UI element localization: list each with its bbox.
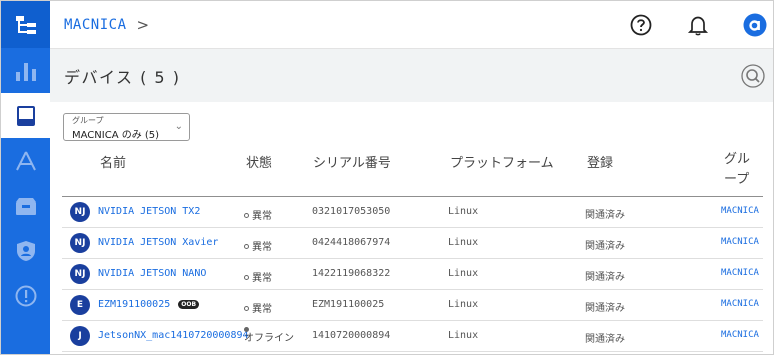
column-header-name[interactable]: 名前: [100, 152, 126, 171]
avatar: NJ: [70, 202, 90, 222]
status-dot-icon: [244, 275, 249, 280]
column-header-group-line2: ープ: [724, 172, 750, 187]
device-name: JetsonNX_mac1410720000894: [98, 330, 249, 341]
status-dot-icon: [244, 213, 249, 218]
page-title: デバイス ( 5 ): [64, 67, 181, 87]
status-dot-icon: [244, 306, 249, 311]
column-header-group[interactable]: グル ープ: [724, 150, 750, 190]
group-select-label: グループ: [72, 116, 104, 125]
avatar: J: [70, 326, 90, 346]
platform-cell: Linux: [448, 299, 479, 310]
platform-cell: Linux: [448, 330, 479, 341]
chevron-right-icon[interactable]: >: [137, 16, 150, 34]
avatar: E: [70, 295, 90, 315]
org-name-link[interactable]: MACNICA: [64, 17, 127, 33]
table-row[interactable]: J JetsonNX_mac1410720000894 オフライン 141072…: [62, 321, 763, 352]
rail-item-deploy[interactable]: [1, 138, 50, 183]
status-cell: 異常: [244, 300, 272, 315]
device-name-link[interactable]: JetsonNX_mac1410720000894: [98, 330, 249, 341]
device-name: NVIDIA JETSON NANO: [98, 268, 207, 279]
account-icon: [743, 13, 767, 36]
registration-cell: 関通済み: [585, 303, 625, 314]
top-header: MACNICA >: [50, 1, 773, 49]
device-name-link[interactable]: NVIDIA JETSON Xavier: [98, 237, 218, 248]
hierarchy-icon: [15, 15, 36, 34]
serial-cell: 1410720000894: [312, 330, 391, 341]
rail-home-button[interactable]: [1, 1, 50, 48]
device-name-link[interactable]: NVIDIA JETSON NANO: [98, 268, 206, 279]
status-text: 異常: [252, 242, 272, 253]
chevron-down-icon: ⌄: [174, 121, 183, 132]
bell-icon: [687, 16, 709, 35]
oob-badge: OOB: [178, 300, 200, 309]
table-row[interactable]: E EZM191100025 OOB 異常 EZM191100025 Linux …: [62, 290, 763, 321]
platform-cell: Linux: [448, 206, 479, 217]
group-select[interactable]: グループ MACNICA のみ (5) ⌄: [63, 113, 190, 141]
group-link[interactable]: MACNICA: [721, 299, 759, 309]
column-header-registration[interactable]: 登録: [587, 152, 613, 171]
search-button[interactable]: [741, 63, 765, 88]
status-text: 異常: [252, 304, 272, 315]
help-icon: [630, 14, 652, 35]
rail-item-alerts[interactable]: [1, 273, 50, 318]
group-link[interactable]: MACNICA: [721, 330, 759, 340]
avatar: NJ: [70, 264, 90, 284]
table-row[interactable]: NJ NVIDIA JETSON NANO 異常 1422119068322 L…: [62, 259, 763, 290]
column-header-serial[interactable]: シリアル番号: [313, 152, 391, 171]
alert-icon: [15, 285, 36, 306]
group-link[interactable]: MACNICA: [721, 268, 759, 278]
rail-item-dashboard[interactable]: [1, 48, 50, 93]
serial-cell: 1422119068322: [312, 268, 391, 279]
rail-item-devices[interactable]: [1, 93, 50, 138]
help-button[interactable]: [629, 13, 653, 37]
device-name: NVIDIA JETSON TX2: [98, 206, 201, 217]
serial-cell: EZM191100025: [312, 299, 385, 310]
group-link[interactable]: MACNICA: [721, 206, 759, 216]
status-cell: 異常: [244, 269, 272, 284]
registration-cell: 関通済み: [585, 272, 625, 283]
inbox-icon: [15, 197, 36, 215]
platform-cell: Linux: [448, 268, 479, 279]
registration-cell: 関通済み: [585, 241, 625, 252]
status-text: 異常: [252, 273, 272, 284]
status-text: 異常: [252, 211, 272, 222]
device-name-link[interactable]: EZM191100025 OOB: [98, 299, 200, 310]
rail-item-inbox[interactable]: [1, 183, 50, 228]
status-cell: 異常: [244, 238, 272, 253]
registration-cell: 関通済み: [585, 334, 625, 345]
device-list: グループ MACNICA のみ (5) ⌄ 名前 状態 シリアル番号 プラットフ…: [50, 102, 773, 354]
platform-cell: Linux: [448, 237, 479, 248]
group-select-value: MACNICA のみ (5): [72, 130, 160, 141]
account-button[interactable]: [743, 13, 767, 37]
device-icon: [16, 105, 35, 126]
serial-cell: 0321017053050: [312, 206, 391, 217]
table-row[interactable]: NJ NVIDIA JETSON Xavier 異常 0424418067974…: [62, 228, 763, 259]
rail-item-security[interactable]: [1, 228, 50, 273]
avatar: NJ: [70, 233, 90, 253]
column-header-platform[interactable]: プラットフォーム: [450, 152, 554, 171]
bar-chart-icon: [15, 62, 36, 81]
search-icon: [741, 63, 765, 88]
column-header-group-line1: グル: [724, 152, 751, 167]
table-row[interactable]: NJ NVIDIA JETSON TX2 異常 0321017053050 Li…: [62, 197, 763, 228]
page-title-bar: デバイス ( 5 ): [50, 49, 773, 102]
status-dot-icon: [244, 327, 249, 332]
nav-rail: [1, 1, 50, 354]
column-header-status[interactable]: 状態: [246, 152, 272, 171]
shield-user-icon: [16, 240, 35, 261]
group-link[interactable]: MACNICA: [721, 237, 759, 247]
registration-cell: 関通済み: [585, 210, 625, 221]
status-dot-icon: [244, 244, 249, 249]
serial-cell: 0424418067974: [312, 237, 391, 248]
device-name-link[interactable]: NVIDIA JETSON TX2: [98, 206, 200, 217]
deploy-icon: [15, 151, 36, 170]
notifications-button[interactable]: [686, 13, 710, 37]
device-name: NVIDIA JETSON Xavier: [98, 237, 219, 248]
header-actions: [596, 13, 767, 37]
status-cell: オフライン: [244, 327, 294, 346]
device-name: EZM191100025: [98, 299, 171, 310]
status-text: オフライン: [244, 333, 294, 344]
status-cell: 異常: [244, 207, 272, 222]
